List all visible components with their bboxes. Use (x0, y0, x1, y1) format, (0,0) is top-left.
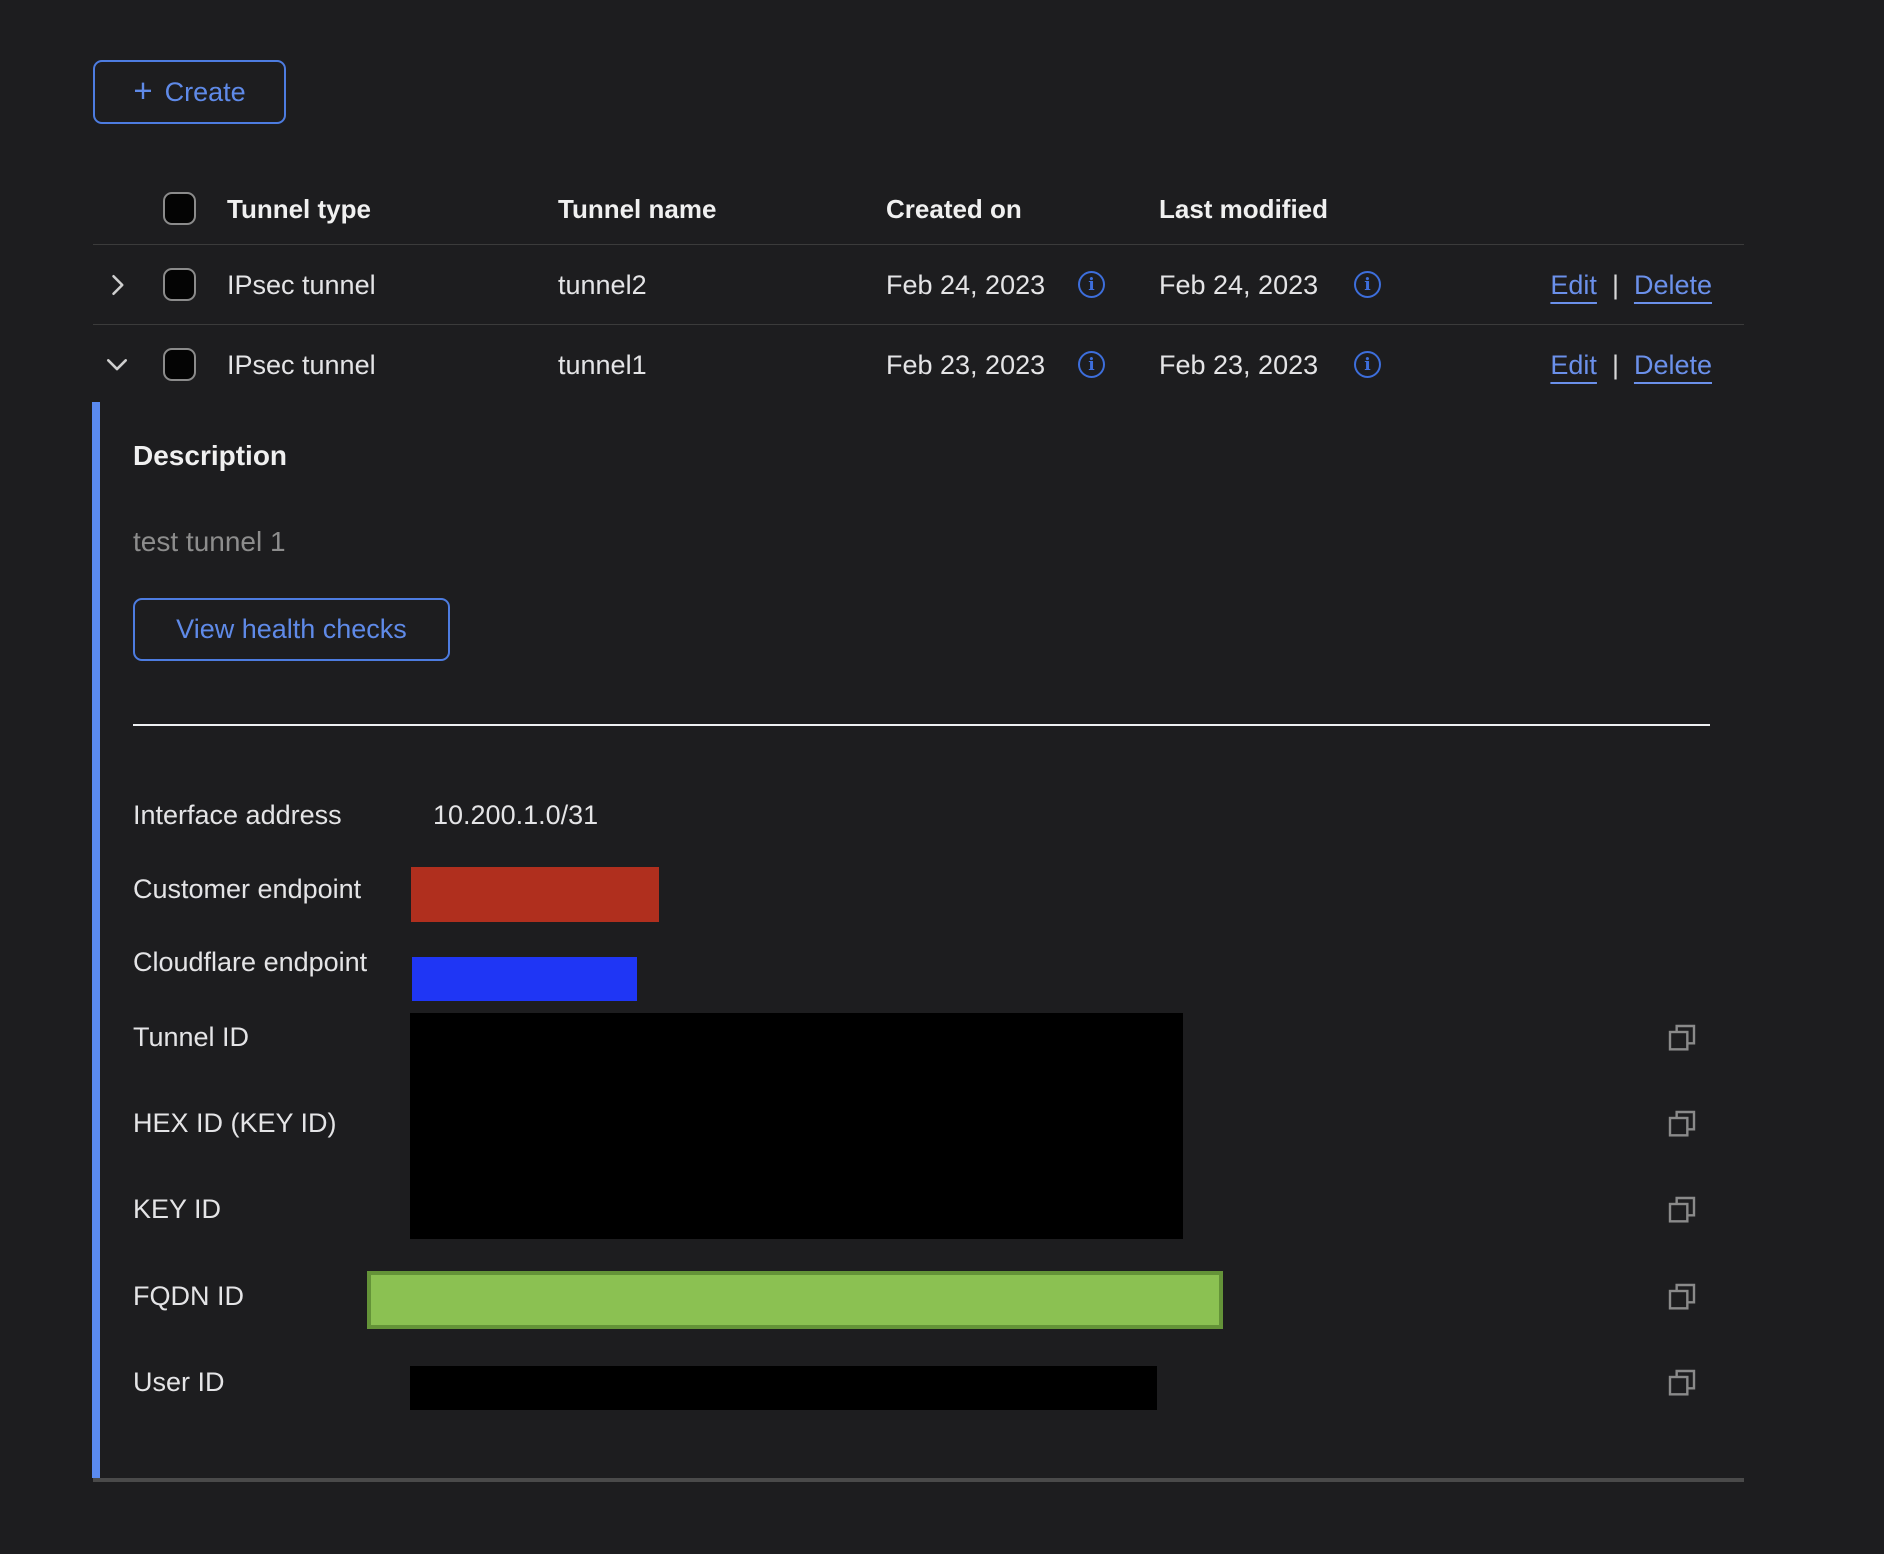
tunnel-type-cell: IPsec tunnel (227, 350, 376, 381)
description-heading: Description (133, 440, 287, 472)
header-tunnel-type: Tunnel type (227, 194, 371, 225)
info-icon[interactable]: i (1078, 271, 1105, 298)
copy-icon[interactable] (1666, 1108, 1698, 1140)
create-button-label: Create (165, 77, 246, 108)
panel-divider (133, 724, 1710, 726)
row-actions: Edit | Delete (1550, 270, 1712, 301)
tunnel-id-redacted-value (410, 1013, 1183, 1239)
tunnels-page: + Create Tunnel type Tunnel name Created… (0, 0, 1884, 1554)
tunnel-name-cell: tunnel2 (558, 270, 647, 301)
table-row: IPsec tunnel tunnel1 Feb 23, 2023 i Feb … (93, 325, 1744, 403)
user-id-label: User ID (133, 1367, 225, 1398)
edit-link[interactable]: Edit (1550, 270, 1597, 301)
tunnel-name-cell: tunnel1 (558, 350, 647, 381)
description-value: test tunnel 1 (133, 526, 286, 558)
chevron-right-icon[interactable] (103, 271, 131, 299)
tunnel-type-cell: IPsec tunnel (227, 270, 376, 301)
actions-separator: | (1612, 270, 1619, 301)
interface-address-value: 10.200.1.0/31 (433, 800, 598, 831)
view-health-checks-button[interactable]: View health checks (133, 598, 450, 661)
customer-endpoint-redacted-value (411, 867, 659, 922)
created-on-cell: Feb 24, 2023 (886, 270, 1045, 301)
tunnel-id-label: Tunnel ID (133, 1022, 249, 1053)
created-on-cell: Feb 23, 2023 (886, 350, 1045, 381)
row-checkbox[interactable] (163, 348, 196, 381)
copy-icon[interactable] (1666, 1281, 1698, 1313)
edit-link[interactable]: Edit (1550, 350, 1597, 381)
fqdn-id-redacted-value (367, 1271, 1223, 1329)
table-header-row: Tunnel type Tunnel name Created on Last … (93, 175, 1744, 245)
delete-link[interactable]: Delete (1634, 270, 1712, 301)
header-created-on: Created on (886, 194, 1022, 225)
delete-link[interactable]: Delete (1634, 350, 1712, 381)
cloudflare-endpoint-label: Cloudflare endpoint (133, 947, 367, 978)
plus-icon: + (133, 74, 152, 107)
chevron-down-icon[interactable] (103, 351, 131, 379)
actions-separator: | (1612, 350, 1619, 381)
copy-icon[interactable] (1666, 1194, 1698, 1226)
header-tunnel-name: Tunnel name (558, 194, 716, 225)
hex-id-label: HEX ID (KEY ID) (133, 1108, 337, 1139)
last-modified-cell: Feb 24, 2023 (1159, 270, 1318, 301)
user-id-redacted-value (410, 1366, 1157, 1410)
copy-icon[interactable] (1666, 1022, 1698, 1054)
customer-endpoint-label: Customer endpoint (133, 874, 361, 905)
interface-address-label: Interface address (133, 800, 342, 831)
expanded-row-accent-border (92, 402, 100, 1478)
fqdn-id-label: FQDN ID (133, 1281, 244, 1312)
row-actions: Edit | Delete (1550, 350, 1712, 381)
table-bottom-border (93, 1478, 1744, 1482)
row-checkbox[interactable] (163, 268, 196, 301)
table-row: IPsec tunnel tunnel2 Feb 24, 2023 i Feb … (93, 245, 1744, 325)
info-icon[interactable]: i (1354, 271, 1381, 298)
cloudflare-endpoint-redacted-value (412, 957, 637, 1001)
create-button[interactable]: + Create (93, 60, 286, 124)
info-icon[interactable]: i (1078, 351, 1105, 378)
last-modified-cell: Feb 23, 2023 (1159, 350, 1318, 381)
info-icon[interactable]: i (1354, 351, 1381, 378)
select-all-checkbox[interactable] (163, 192, 196, 225)
key-id-label: KEY ID (133, 1194, 221, 1225)
copy-icon[interactable] (1666, 1367, 1698, 1399)
header-last-modified: Last modified (1159, 194, 1328, 225)
